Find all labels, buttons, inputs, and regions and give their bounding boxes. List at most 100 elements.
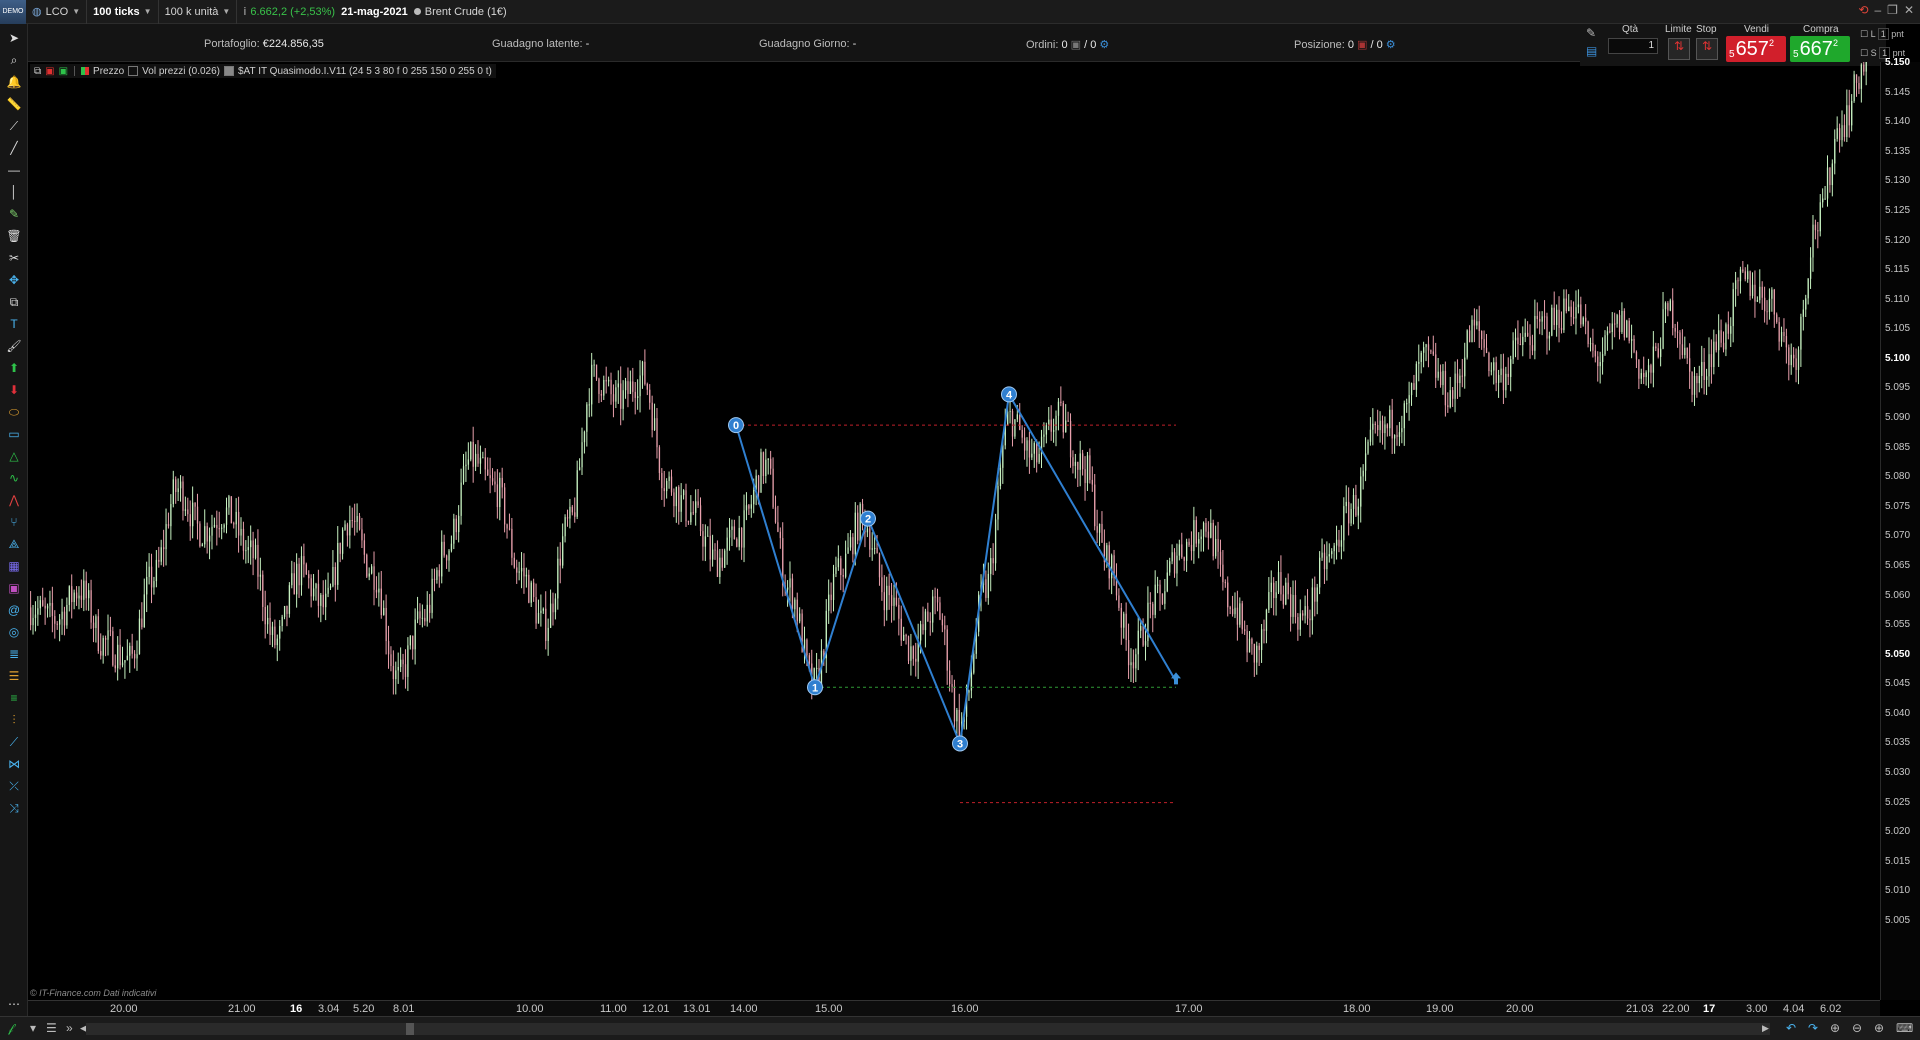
chevron-down-icon[interactable]: ▾ <box>30 1021 36 1035</box>
more-tools-icon[interactable]: ⋯ <box>4 994 24 1014</box>
price-axis[interactable]: 5.150 5.145 5.140 5.135 5.130 5.125 5.120 5.115… <box>1880 57 1920 1000</box>
wave-icon[interactable]: ∿ <box>4 468 24 488</box>
candle-body <box>1589 343 1592 345</box>
settings-icon[interactable]: ⚙ <box>1099 39 1109 51</box>
fib-time-icon[interactable]: ⋈ <box>4 754 24 774</box>
orders-count[interactable]: Ordini: 0 ▣ / 0 ⚙ <box>1026 38 1109 51</box>
fib-retracement-icon[interactable]: ☰ <box>4 666 24 686</box>
pattern-point-3[interactable]: 3 <box>952 735 968 752</box>
candle-body <box>903 634 905 641</box>
circles-icon[interactable]: ◎ <box>4 622 24 642</box>
fib-fan-icon[interactable]: ⟋ <box>4 732 24 752</box>
zoom-in-icon[interactable]: ⊕ <box>1874 1021 1884 1035</box>
stop-order-button[interactable]: ⇅ <box>1696 38 1718 60</box>
scroll-thumb[interactable] <box>406 1023 414 1035</box>
limit-order-button[interactable]: ⇅ <box>1668 38 1690 60</box>
pattern-point-1[interactable]: 1 <box>807 679 823 696</box>
candle-body <box>1551 307 1553 336</box>
price-chart[interactable]: 0 1 2 3 4 <box>28 62 1880 1000</box>
scroll-right-icon[interactable]: ▶ <box>1762 1023 1769 1034</box>
cursor-icon[interactable]: ➤ <box>4 28 24 48</box>
candle-body <box>871 548 873 550</box>
zoom-out-icon[interactable]: ⊖ <box>1852 1021 1862 1035</box>
indicator-checkbox[interactable] <box>224 66 234 76</box>
time-axis[interactable]: 20.00 21.00 16 3.04 5.20 8.01 10.00 11.00 12.01 1… <box>28 1000 1880 1016</box>
minimize-icon[interactable]: – <box>1874 3 1881 17</box>
arrow-up-icon[interactable]: ⬆ <box>4 358 24 378</box>
pattern-point-0[interactable]: 0 <box>728 417 744 434</box>
pattern-icon[interactable]: ⤨ <box>4 798 24 818</box>
trash-icon[interactable]: 🗑 <box>4 226 24 246</box>
pencil-icon[interactable]: ✎ <box>4 204 24 224</box>
pattern-point-2[interactable]: 2 <box>860 510 876 527</box>
copy-icon[interactable]: ⧉ <box>4 292 24 312</box>
spiral-icon[interactable]: @ <box>4 600 24 620</box>
fibonacci-icon[interactable]: ≣ <box>4 644 24 664</box>
tick-setting-dropdown[interactable]: 100 ticks ▼ <box>87 0 159 24</box>
horizontal-scrollbar[interactable] <box>86 1023 1770 1035</box>
fib-channel-icon[interactable]: ⫶ <box>4 710 24 730</box>
redo-icon[interactable]: ↷ <box>1808 1021 1818 1035</box>
gann-grid-icon[interactable]: ▦ <box>4 556 24 576</box>
fib-extension-icon[interactable]: ≡ <box>4 688 24 708</box>
legend-icon[interactable]: ▣ <box>59 66 68 77</box>
line-icon[interactable]: ╱ <box>4 138 24 158</box>
arrow-down-icon[interactable]: ⬇ <box>4 380 24 400</box>
rectangle-icon[interactable]: ▭ <box>4 424 24 444</box>
candle-body <box>1140 625 1142 631</box>
undo-icon[interactable]: ↶ <box>1786 1021 1796 1035</box>
candle-body <box>1681 344 1684 356</box>
tools-icon[interactable]: ✂ <box>4 248 24 268</box>
menu-icon[interactable]: ☰ <box>46 1021 57 1035</box>
legend-indicator[interactable]: $AT IT Quasimodo.I.V11 (24 5 3 80 f 0 25… <box>238 66 492 77</box>
text-tool-icon[interactable]: T <box>4 314 24 334</box>
legend-volume[interactable]: Vol prezzi (0.026) <box>142 66 220 77</box>
keyboard-icon[interactable]: ▤ <box>1586 44 1597 58</box>
candle-body <box>279 626 281 639</box>
candle-body <box>970 672 973 691</box>
candle-body <box>847 547 849 554</box>
link-icon[interactable]: ⟲ <box>1858 3 1868 17</box>
candle-body <box>1577 304 1580 308</box>
quasimodo-pattern-line[interactable] <box>735 391 1177 748</box>
instrument-selector[interactable]: ◍ LCO ▼ <box>26 0 88 24</box>
volume-setting-dropdown[interactable]: 100 k unità ▼ <box>159 0 238 24</box>
candle-body <box>46 605 49 609</box>
candle-body <box>102 638 104 656</box>
close-icon[interactable]: ✕ <box>1904 3 1914 17</box>
ruler-icon[interactable]: 📏 <box>4 94 24 114</box>
brush-icon[interactable]: 🖌 <box>4 336 24 356</box>
trendline-icon[interactable]: ⟋ <box>4 116 24 136</box>
legend-icon[interactable]: ▣ <box>45 66 54 77</box>
fork-icon[interactable]: ⑂ <box>4 512 24 532</box>
volume-checkbox[interactable] <box>128 66 139 76</box>
pattern-point-4[interactable]: 4 <box>1001 386 1017 403</box>
fib-arc-icon[interactable]: ⤫ <box>4 776 24 796</box>
keyboard-icon[interactable]: ⌨ <box>1896 1021 1913 1035</box>
long-checkbox[interactable]: ☐ L 1 pnt <box>1860 28 1904 40</box>
zigzag-icon[interactable]: ⋀ <box>4 490 24 510</box>
indicator-menu-icon[interactable]: 𝒻 <box>8 1021 13 1036</box>
zoom-icon[interactable]: ⌕ <box>4 50 24 70</box>
double-chevron-icon[interactable]: » <box>66 1021 73 1035</box>
move-icon[interactable]: ✥ <box>4 270 24 290</box>
legend-price[interactable]: Prezzo <box>93 66 124 77</box>
ellipse-icon[interactable]: ⬭ <box>4 402 24 422</box>
gann-fan-icon[interactable]: ⟁ <box>4 534 24 554</box>
wrench-icon[interactable]: ✎ <box>1586 26 1596 40</box>
alert-bell-icon[interactable]: 🔔 <box>4 72 24 92</box>
horizontal-line-icon[interactable]: ― <box>4 160 24 180</box>
buy-button[interactable]: 5 667 2 <box>1790 36 1850 62</box>
qty-input[interactable]: 1 <box>1608 38 1658 54</box>
vertical-line-icon[interactable]: │ <box>4 182 24 202</box>
candle-body <box>574 512 576 517</box>
candle-body <box>221 527 223 529</box>
position-count[interactable]: Posizione: 0 ▣ / 0 ⚙ <box>1294 38 1396 51</box>
legend-icon[interactable]: ⧉ <box>34 66 41 77</box>
sell-button[interactable]: 5 657 2 <box>1726 36 1786 62</box>
zoom-fit-icon[interactable]: ⊕ <box>1830 1021 1840 1035</box>
gann-box-icon[interactable]: ▣ <box>4 578 24 598</box>
triangle-icon[interactable]: △ <box>4 446 24 466</box>
restore-icon[interactable]: ❐ <box>1887 3 1898 17</box>
settings-icon[interactable]: ⚙ <box>1386 39 1396 51</box>
